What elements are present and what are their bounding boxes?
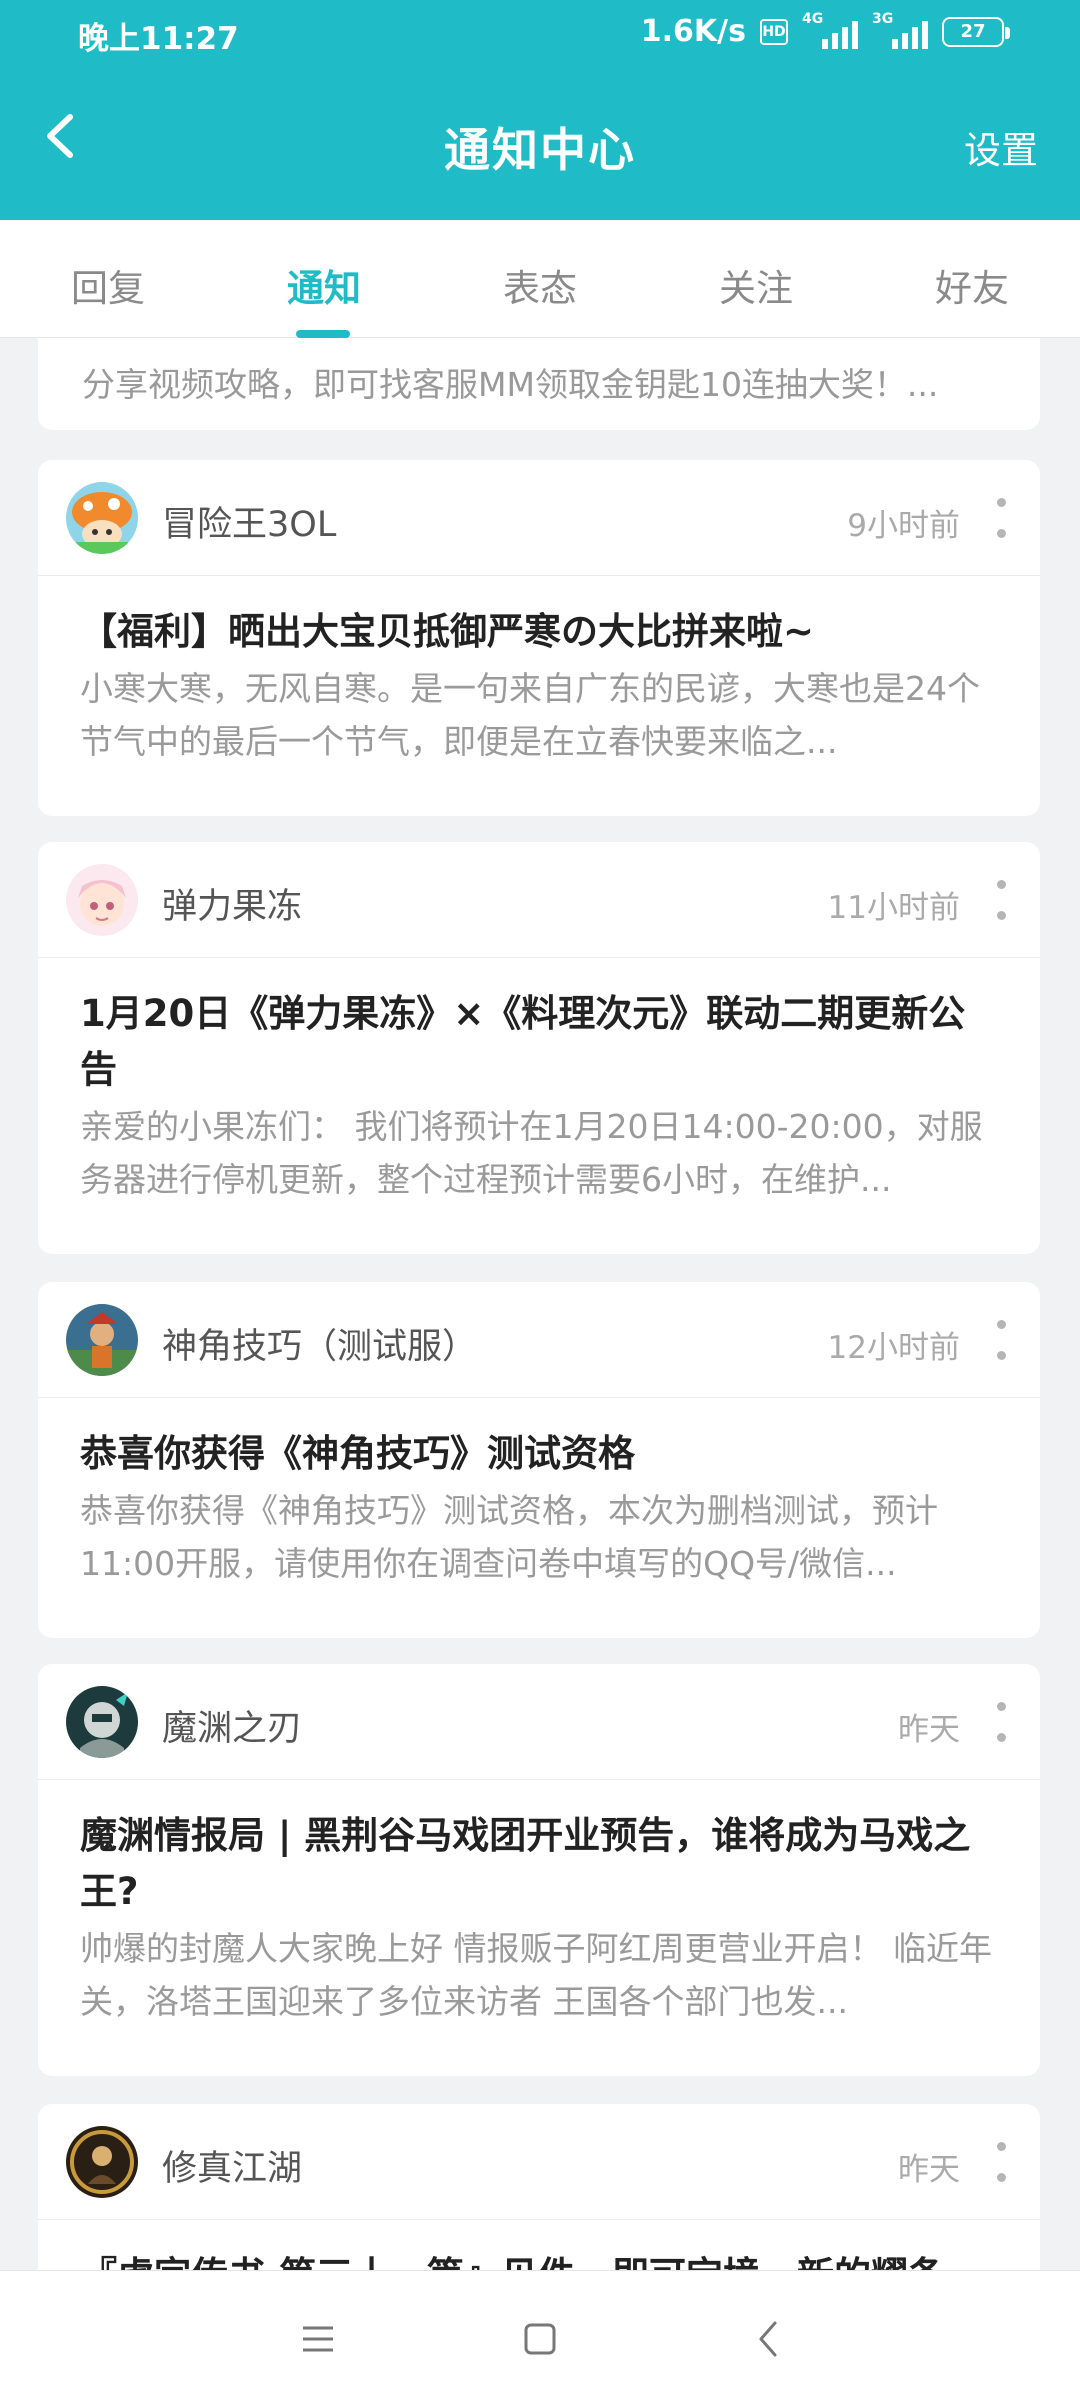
notification-excerpt: 亲爱的小果冻们： 我们将预计在1月20日14:00-20:00，对服务器进行停机… — [80, 1107, 983, 1199]
notification-card[interactable]: 分享视频攻略，即可找客服MM领取金钥匙10连抽大奖！... — [38, 338, 1040, 430]
notification-excerpt: 恭喜你获得《神角技巧》测试资格，本次为删档测试，预计11:00开服，请使用你在调… — [80, 1491, 938, 1583]
avatar[interactable] — [66, 2126, 138, 2198]
notification-time: 11小时前 — [827, 890, 960, 926]
notification-card[interactable]: 修真江湖 昨天 『虚宗传书·第三十一篇』见件，即可宝境，新的耀条 — [38, 2104, 1040, 2270]
armored-warrior-avatar-icon — [66, 1686, 138, 1758]
tab-follow[interactable]: 关注 — [676, 258, 836, 312]
notification-title: 【福利】晒出大宝贝抵御严寒の大比拼来啦~ — [80, 610, 815, 653]
notification-card[interactable]: 冒险王3OL 9小时前 【福利】晒出大宝贝抵御严寒の大比拼来啦~ 小寒大寒，无风… — [38, 460, 1040, 816]
page-title: 通知中心 — [444, 123, 636, 177]
net-speed: 1.6K/s — [640, 14, 746, 49]
sim2-tag: 3G — [872, 10, 894, 27]
source-name: 弹力果冻 — [162, 887, 303, 927]
notification-excerpt: 帅爆的封魔人大家晚上好 情报贩子阿红周更营业开启！ 临近年关，洛塔王国迎来了多位… — [80, 1929, 992, 2021]
card-header: 弹力果冻 11小时前 — [38, 842, 1040, 958]
card-header: 冒险王3OL 9小时前 — [38, 460, 1040, 576]
jelly-girl-avatar-icon — [66, 864, 138, 936]
nav-bar: 通知中心 设置 — [0, 66, 1080, 220]
avatar[interactable] — [66, 1686, 138, 1758]
menu-button[interactable] — [288, 2309, 348, 2369]
avatar[interactable] — [66, 482, 138, 554]
source-name: 冒险王3OL — [162, 505, 337, 545]
card-header: 魔渊之刃 昨天 — [38, 1664, 1040, 1780]
notification-card[interactable]: 弹力果冻 11小时前 1月20日《弹力果冻》×《料理次元》联动二期更新公告 亲爱… — [38, 842, 1040, 1254]
tab-reply[interactable]: 回复 — [28, 258, 188, 312]
home-button[interactable] — [510, 2309, 570, 2369]
notification-time: 12小时前 — [827, 1330, 960, 1366]
notification-feed[interactable]: 分享视频攻略，即可找客服MM领取金钥匙10连抽大奖！... 冒险王3OL 9小时… — [0, 338, 1080, 2270]
tab-bar: 回复 通知 表态 关注 好友 — [0, 220, 1080, 338]
hero-avatar-icon — [66, 1304, 138, 1376]
avatar[interactable] — [66, 864, 138, 936]
notification-title: 1月20日《弹力果冻》×《料理次元》联动二期更新公告 — [80, 992, 966, 1091]
status-bar: 晚上11:27 1.6K/s HD 4G 3G 27 — [0, 0, 1080, 66]
more-options-button[interactable] — [992, 880, 1010, 920]
tab-indicator — [296, 330, 350, 338]
source-name: 魔渊之刃 — [162, 1709, 303, 1749]
more-options-button[interactable] — [992, 1702, 1010, 1742]
home-square-icon — [524, 2323, 556, 2355]
notification-title: 魔渊情报局 | 黑荆谷马戏团开业预告，谁将成为马戏之王? — [80, 1814, 971, 1913]
source-name: 神角技巧（测试服） — [162, 1327, 478, 1367]
settings-button[interactable]: 设置 — [964, 120, 1038, 174]
notification-title: 『虚宗传书·第三十一篇』见件，即可宝境，新的耀条 — [80, 2248, 1000, 2270]
more-options-button[interactable] — [992, 498, 1010, 538]
notification-time: 9小时前 — [847, 508, 960, 544]
signal-icon-sim2: 3G — [872, 11, 928, 49]
system-back-button[interactable] — [738, 2309, 798, 2369]
notification-time: 昨天 — [898, 1712, 960, 1748]
signal-icon-sim1: 4G — [802, 11, 858, 49]
notification-excerpt: 分享视频攻略，即可找客服MM领取金钥匙10连抽大奖！... — [82, 365, 939, 404]
avatar[interactable] — [66, 1304, 138, 1376]
menu-icon — [303, 2326, 333, 2352]
notification-excerpt: 小寒大寒，无风自寒。是一句来自广东的民谚，大寒也是24个节气中的最后一个节气，即… — [80, 669, 980, 761]
tab-reaction[interactable]: 表态 — [460, 258, 620, 312]
notification-time: 昨天 — [898, 2152, 960, 2188]
status-icons: 1.6K/s HD 4G 3G 27 — [640, 11, 1010, 49]
notification-card[interactable]: 神角技巧（测试服） 12小时前 恭喜你获得《神角技巧》测试资格 恭喜你获得《神角… — [38, 1282, 1040, 1638]
source-name: 修真江湖 — [162, 2149, 303, 2189]
more-options-button[interactable] — [992, 1320, 1010, 1360]
tab-friends[interactable]: 好友 — [892, 258, 1052, 312]
more-options-button[interactable] — [992, 2142, 1010, 2182]
mushroom-avatar-icon — [66, 482, 138, 554]
card-header: 修真江湖 昨天 — [38, 2104, 1040, 2220]
card-header: 神角技巧（测试服） 12小时前 — [38, 1282, 1040, 1398]
cultivator-avatar-icon — [66, 2126, 138, 2198]
notification-title: 恭喜你获得《神角技巧》测试资格 — [80, 1432, 635, 1475]
system-nav-bar — [0, 2270, 1080, 2400]
status-time: 晚上11:27 — [78, 21, 239, 57]
tab-notice[interactable]: 通知 — [244, 258, 404, 312]
sim1-tag: 4G — [802, 10, 824, 27]
hd-icon: HD — [760, 18, 788, 45]
battery-icon: 27 — [942, 16, 1010, 47]
back-triangle-icon — [759, 2321, 777, 2357]
top-app-bar: 晚上11:27 1.6K/s HD 4G 3G 27 通知中心 设置 — [0, 0, 1080, 220]
notification-card[interactable]: 魔渊之刃 昨天 魔渊情报局 | 黑荆谷马戏团开业预告，谁将成为马戏之王? 帅爆的… — [38, 1664, 1040, 2076]
